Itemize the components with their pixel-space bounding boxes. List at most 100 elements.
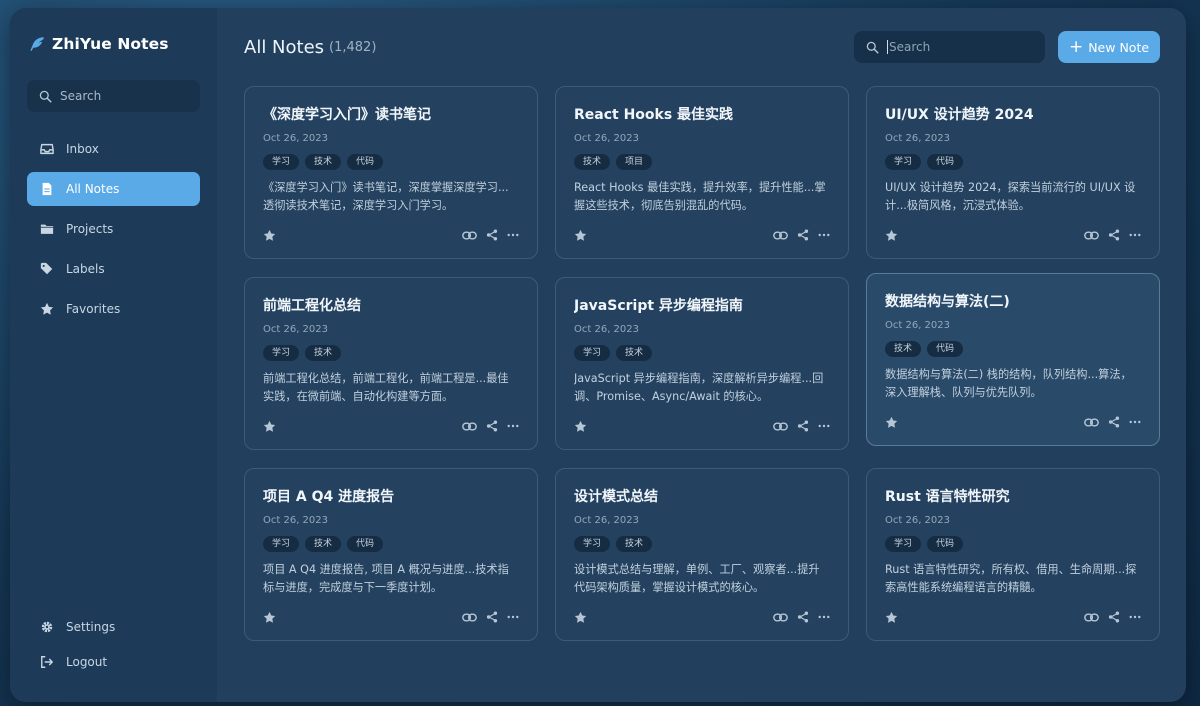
note-card[interactable]: 前端工程化总结 Oct 26, 2023 学习 技术 前端工程化总结，前端工程化，… [244,277,538,450]
note-tag[interactable]: 技术 [305,536,342,552]
more-icon[interactable] [818,424,830,428]
sidebar-item-projects[interactable]: Projects [27,212,200,246]
star-icon[interactable] [885,611,898,624]
sidebar-item-label: Inbox [66,142,99,156]
note-description: 数据结构与算法(二) 栈的结构，队列结构...算法，深入理解栈、队列与优先队列。 [885,368,1132,399]
note-card[interactable]: UI/UX 设计趋势 2024 Oct 26, 2023 学习 代码 UI/UX … [866,86,1160,259]
share-icon[interactable] [486,229,498,241]
sidebar-bottom: Settings Logout [10,610,217,680]
note-tag[interactable]: 代码 [347,154,384,170]
share-icon[interactable] [1108,229,1120,241]
note-tag[interactable]: 代码 [927,341,964,357]
note-tag[interactable]: 学习 [263,154,300,170]
note-tag[interactable]: 学习 [574,536,611,552]
brand[interactable]: ZhiYue Notes [10,8,217,80]
note-count: (1,482) [329,39,377,55]
link-icon[interactable] [773,611,788,624]
link-icon[interactable] [1084,229,1099,242]
star-icon[interactable] [574,229,587,242]
more-icon[interactable] [818,233,830,237]
sidebar-search-input[interactable] [60,89,190,103]
note-card[interactable]: React Hooks 最佳实践 Oct 26, 2023 技术 项目 React… [555,86,849,259]
link-icon[interactable] [462,420,477,433]
more-icon[interactable] [1129,420,1141,424]
sidebar-item-logout[interactable]: Logout [27,645,200,679]
app-window: ZhiYue Notes Inbox [10,8,1186,702]
note-description: 项目 A Q4 进度报告, 项目 A 概况与进度...技术指标与进度，完成度与下… [263,563,509,594]
note-tag[interactable]: 学习 [263,345,300,361]
share-icon[interactable] [486,611,498,623]
note-tags: 技术 项目 [574,154,830,170]
sidebar-search[interactable] [27,80,200,112]
note-tag[interactable]: 代码 [927,154,964,170]
note-tag[interactable]: 技术 [305,345,342,361]
note-date: Oct 26, 2023 [263,133,328,144]
note-tag[interactable]: 技术 [616,345,653,361]
share-icon[interactable] [1108,611,1120,623]
note-card[interactable]: JavaScript 异步编程指南 Oct 26, 2023 学习 技术 Java… [555,277,849,450]
star-icon[interactable] [574,611,587,624]
more-icon[interactable] [1129,615,1141,619]
inbox-icon [40,143,54,155]
note-tag[interactable]: 技术 [574,154,611,170]
note-tag[interactable]: 学习 [885,154,922,170]
more-icon[interactable] [507,424,519,428]
note-actions [574,418,830,434]
share-icon[interactable] [797,420,809,432]
note-description: 《深度学习入门》读书笔记，深度掌握深度学习...透彻读技术笔记，深度学习入门学习… [263,181,509,212]
star-icon[interactable] [263,420,276,433]
star-icon[interactable] [263,229,276,242]
sidebar-item-label: Projects [66,222,114,236]
note-tag[interactable]: 技术 [305,154,342,170]
more-icon[interactable] [818,615,830,619]
note-icon [42,182,52,196]
link-icon[interactable] [1084,611,1099,624]
star-icon[interactable] [885,416,898,429]
share-icon[interactable] [797,229,809,241]
link-icon[interactable] [462,229,477,242]
share-icon[interactable] [797,611,809,623]
note-tag[interactable]: 技术 [885,341,922,357]
note-card[interactable]: Rust 语言特性研究 Oct 26, 2023 学习 代码 Rust 语言特性研… [866,468,1160,641]
note-title: 前端工程化总结 [263,298,361,314]
link-icon[interactable] [462,611,477,624]
new-note-button[interactable]: + New Note [1058,31,1160,63]
note-card[interactable]: 数据结构与算法(二) Oct 26, 2023 技术 代码 数据结构与算法(二) … [866,273,1160,446]
more-icon[interactable] [507,233,519,237]
link-icon[interactable] [773,229,788,242]
search-input[interactable] [887,40,1027,54]
sidebar-item-labels[interactable]: Labels [27,252,200,286]
sidebar-item-settings[interactable]: Settings [27,610,200,644]
link-icon[interactable] [773,420,788,433]
sidebar-item-label: All Notes [66,182,120,196]
note-description: JavaScript 异步编程指南，深度解析异步编程...回调、Promise、… [574,372,824,403]
star-icon[interactable] [263,611,276,624]
note-tag[interactable]: 代码 [347,536,384,552]
note-card[interactable]: 设计模式总结 Oct 26, 2023 学习 技术 设计模式总结与理解，单例、工厂… [555,468,849,641]
top-search[interactable] [854,31,1045,63]
note-date: Oct 26, 2023 [574,515,639,526]
note-tag[interactable]: 代码 [927,536,964,552]
plus-icon: + [1068,36,1084,57]
note-tag[interactable]: 学习 [263,536,300,552]
note-title: JavaScript 异步编程指南 [574,298,743,314]
note-card[interactable]: 项目 A Q4 进度报告 Oct 26, 2023 学习 技术 代码 项目 A Q4… [244,468,538,641]
more-icon[interactable] [1129,233,1141,237]
link-icon[interactable] [1084,416,1099,429]
note-card[interactable]: 《深度学习入门》读书笔记 Oct 26, 2023 学习 技术 代码 《深度学习入门… [244,86,538,259]
more-icon[interactable] [507,615,519,619]
note-tag[interactable]: 学习 [574,345,611,361]
star-icon[interactable] [574,420,587,433]
share-icon[interactable] [1108,416,1120,428]
share-icon[interactable] [486,420,498,432]
star-icon[interactable] [885,229,898,242]
note-tag[interactable]: 学习 [885,536,922,552]
sidebar-item-favorites[interactable]: Favorites [27,292,200,326]
sidebar-item-inbox[interactable]: Inbox [27,132,200,166]
note-actions [574,609,830,625]
note-tag[interactable]: 项目 [616,154,653,170]
note-title: 数据结构与算法(二) [885,294,1010,310]
note-tags: 技术 代码 [885,341,1141,357]
sidebar-item-all-notes[interactable]: All Notes [27,172,200,206]
note-tag[interactable]: 技术 [616,536,653,552]
